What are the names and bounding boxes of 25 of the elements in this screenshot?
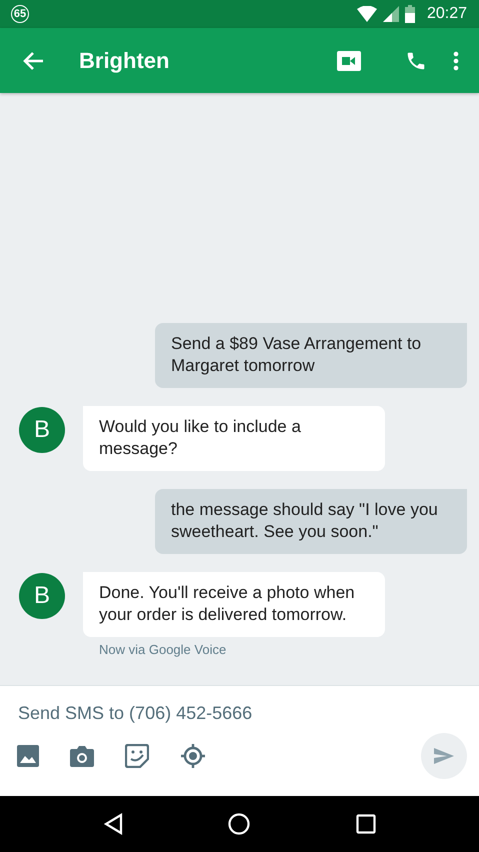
back-icon[interactable] xyxy=(102,813,123,835)
video-camera-icon[interactable] xyxy=(337,50,361,70)
message-timestamp: Now via Google Voice xyxy=(99,642,226,657)
sent-message-bubble: the message should say "I love you sweetheart. See you soon." xyxy=(155,489,467,554)
sent-message-bubble: Send a $89 Vase Arrangement to Margaret tomorrow xyxy=(155,323,467,388)
wifi-icon xyxy=(356,6,377,22)
contact-avatar: B xyxy=(19,407,65,453)
location-icon[interactable] xyxy=(180,743,206,769)
signal-icon xyxy=(382,6,399,22)
contact-name: Brighten xyxy=(79,48,170,74)
notification-badge: 65 xyxy=(11,5,29,23)
sticker-icon[interactable] xyxy=(125,744,149,768)
received-message-bubble: Done. You'll receive a photo when your order is delivered tomorrow. xyxy=(83,572,385,637)
send-icon xyxy=(434,748,454,764)
more-options-icon[interactable] xyxy=(453,50,459,70)
status-time: 20:27 xyxy=(426,5,467,23)
contact-avatar: B xyxy=(19,573,65,619)
image-icon[interactable] xyxy=(17,745,39,767)
battery-icon xyxy=(404,5,415,23)
received-message-bubble: Would you like to include a message? xyxy=(83,406,385,471)
recents-icon[interactable] xyxy=(356,814,376,834)
back-arrow-icon[interactable] xyxy=(22,50,44,70)
camera-icon[interactable] xyxy=(70,745,94,767)
home-icon[interactable] xyxy=(228,813,250,835)
send-button[interactable] xyxy=(421,733,467,779)
